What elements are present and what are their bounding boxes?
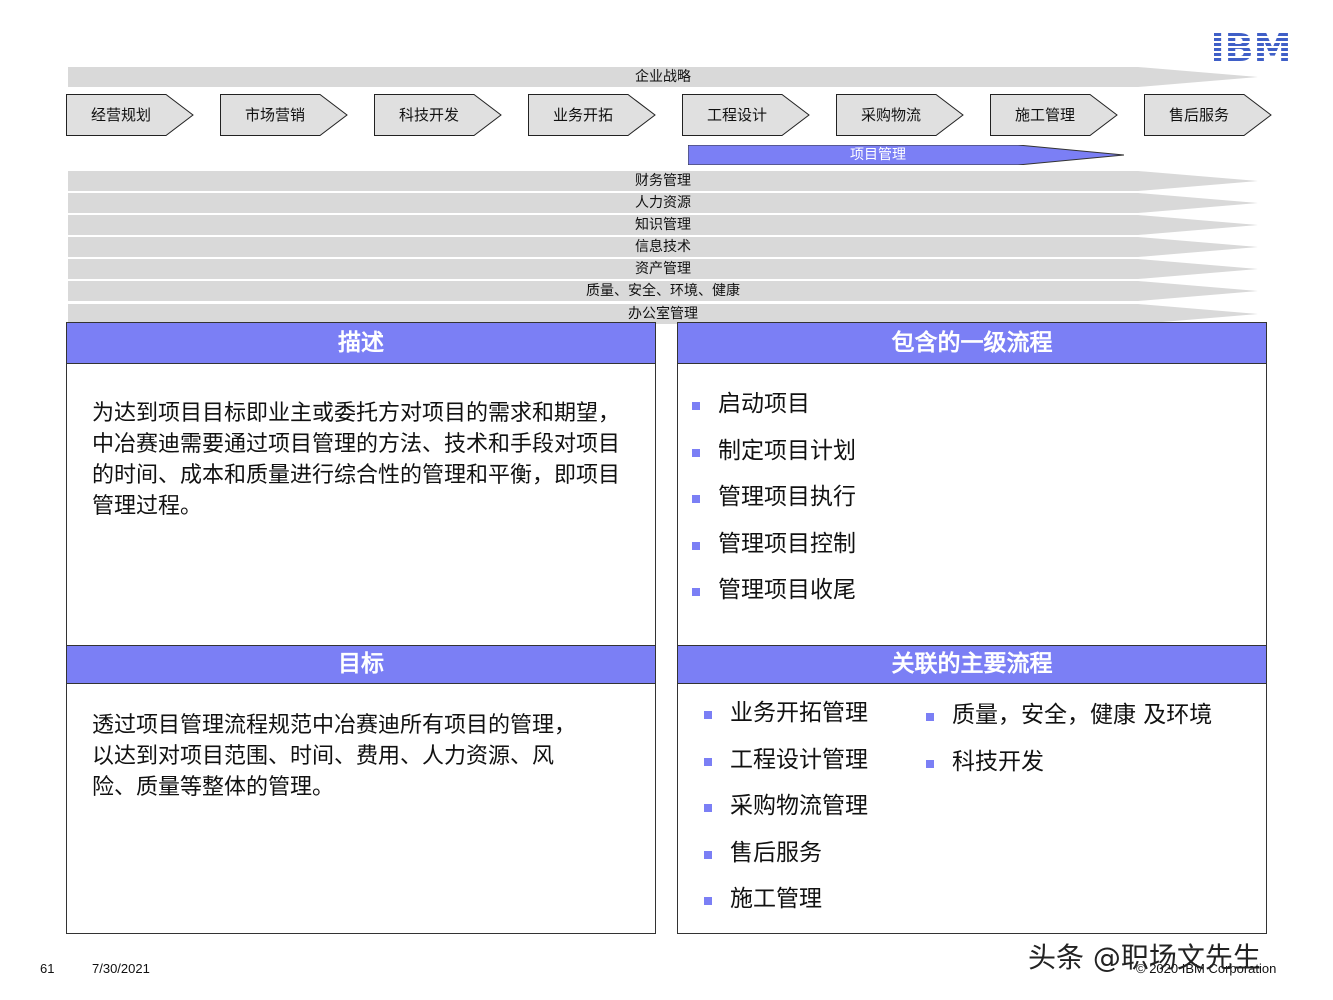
value-chain-label: 科技开发 — [398, 106, 459, 124]
project-management-label: 项目管理 — [850, 147, 906, 163]
description-text: 为达到项目目标即业主或委托方对项目的需求和期望，中冶赛迪需要通过项目管理的方法、… — [92, 401, 621, 519]
bullet-icon — [926, 759, 934, 768]
support-band-label: 知识管理 — [635, 217, 691, 233]
description-title: 描述 — [67, 323, 655, 364]
value-chain-step: 工程设计 — [682, 94, 810, 136]
support-band: 人力资源 — [68, 193, 1258, 213]
list-item: 启动项目 — [678, 381, 1266, 428]
support-band-label: 信息技术 — [635, 239, 691, 255]
goal-text: 透过项目管理流程规范中冶赛迪所有项目的管理，以达到对项目范围、时间、费用、人力资… — [92, 713, 577, 800]
goal-title: 目标 — [67, 646, 655, 684]
related-process-list-left: 业务开拓管理 工程设计管理 采购物流管理 售后服务 施工管理 — [690, 690, 868, 923]
value-chain-step: 售后服务 — [1144, 94, 1272, 136]
bullet-icon — [692, 495, 700, 503]
list-item: 业务开拓管理 — [690, 690, 868, 737]
bullet-icon — [692, 448, 700, 457]
value-chain-step: 施工管理 — [990, 94, 1118, 136]
list-item: 工程设计管理 — [690, 737, 868, 784]
project-management-band: 项目管理 — [688, 145, 1124, 165]
support-band: 知识管理 — [68, 215, 1258, 235]
svg-text:IBM: IBM — [1211, 28, 1292, 66]
support-band-label: 质量、安全、环境、健康 — [586, 283, 740, 299]
support-band-label: 办公室管理 — [628, 306, 698, 322]
bullet-icon — [926, 713, 934, 721]
value-chain-step: 市场营销 — [220, 94, 348, 136]
support-band-label: 财务管理 — [635, 173, 691, 189]
level1-process-panel: 包含的一级流程 启动项目 制定项目计划 管理项目执行 管理项目控制 管理项目收尾 — [677, 322, 1267, 646]
value-chain-label: 售后服务 — [1168, 106, 1229, 124]
strategy-band-label: 企业战略 — [635, 69, 691, 85]
list-item: 科技开发 — [912, 739, 1212, 786]
value-chain-step: 业务开拓 — [528, 94, 656, 136]
footer-date: 7/30/2021 — [92, 961, 150, 976]
list-item: 管理项目执行 — [678, 474, 1266, 521]
watermark: 头条 @职场文先生 — [1028, 941, 1261, 974]
support-band: 信息技术 — [68, 237, 1258, 257]
page-number: 61 — [40, 961, 55, 976]
bullet-icon — [704, 850, 712, 859]
related-process-panel: 关联的主要流程 业务开拓管理 工程设计管理 采购物流管理 售后服务 施工管理 质… — [677, 645, 1267, 934]
support-band: 资产管理 — [68, 259, 1258, 279]
ibm-logo: IBM — [1205, 26, 1297, 70]
list-item: 管理项目收尾 — [678, 567, 1266, 614]
support-band-label: 人力资源 — [635, 195, 691, 211]
level1-process-title: 包含的一级流程 — [678, 323, 1266, 364]
list-item: 制定项目计划 — [678, 428, 1266, 475]
value-chain-label: 工程设计 — [706, 106, 767, 124]
bullet-icon — [692, 588, 700, 596]
support-band: 办公室管理 — [68, 304, 1258, 324]
description-panel: 描述 为达到项目目标即业主或委托方对项目的需求和期望，中冶赛迪需要通过项目管理的… — [66, 322, 656, 646]
list-item: 施工管理 — [690, 876, 868, 923]
bullet-icon — [692, 541, 700, 550]
goal-panel: 目标 透过项目管理流程规范中冶赛迪所有项目的管理，以达到对项目范围、时间、费用、… — [66, 645, 656, 934]
related-process-list-right: 质量，安全，健康 及环境 科技开发 — [912, 692, 1212, 785]
value-chain-label: 经营规划 — [90, 106, 151, 124]
level1-process-list: 启动项目 制定项目计划 管理项目执行 管理项目控制 管理项目收尾 — [678, 364, 1266, 614]
value-chain-step: 经营规划 — [66, 94, 194, 136]
bullet-icon — [704, 897, 712, 905]
value-chain-label: 采购物流 — [860, 106, 921, 124]
bullet-icon — [704, 757, 712, 766]
bullet-icon — [692, 402, 700, 410]
support-band-label: 资产管理 — [635, 261, 691, 277]
support-band: 财务管理 — [68, 171, 1258, 191]
list-item: 售后服务 — [690, 830, 868, 877]
value-chain-label: 市场营销 — [244, 106, 305, 124]
support-band: 质量、安全、环境、健康 — [68, 281, 1258, 301]
strategy-band: 企业战略 — [68, 67, 1258, 87]
list-item: 管理项目控制 — [678, 521, 1266, 568]
value-chain-step: 科技开发 — [374, 94, 502, 136]
value-chain-label: 施工管理 — [1014, 106, 1075, 124]
value-chain-label: 业务开拓 — [552, 106, 613, 124]
bullet-icon — [704, 804, 712, 812]
value-chain-step: 采购物流 — [836, 94, 964, 136]
list-item: 质量，安全，健康 及环境 — [912, 692, 1212, 739]
bullet-icon — [704, 711, 712, 719]
related-process-title: 关联的主要流程 — [678, 646, 1266, 684]
list-item: 采购物流管理 — [690, 783, 868, 830]
